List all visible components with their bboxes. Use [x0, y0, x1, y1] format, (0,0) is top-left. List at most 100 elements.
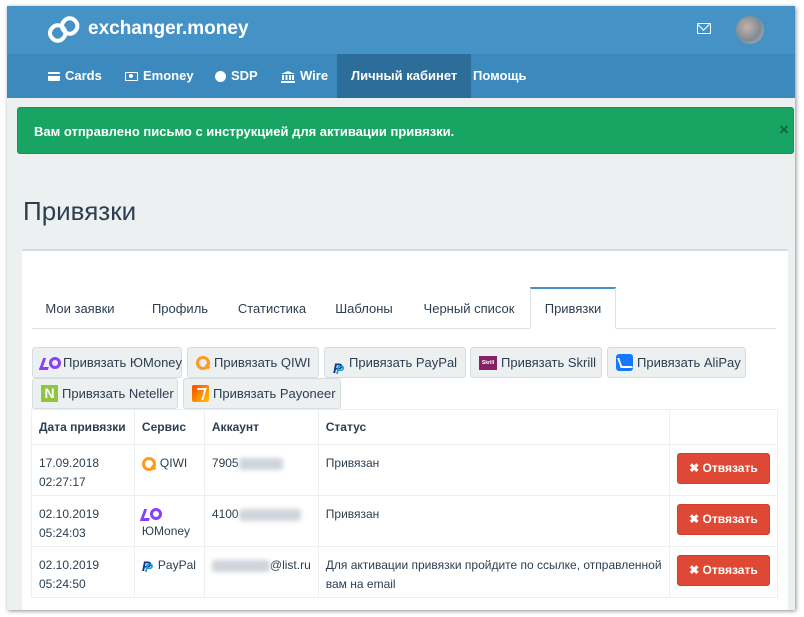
- link-skrill-label: Привязать Skrill: [501, 355, 597, 370]
- content-panel: Мои заявки Профиль Статистика Шаблоны Че…: [22, 249, 788, 610]
- nav-cards[interactable]: Cards: [40, 54, 110, 98]
- nav-wire[interactable]: Wire: [273, 54, 336, 98]
- link-yoomoney-label: Привязать ЮMoney: [63, 355, 183, 370]
- alipay-icon: [616, 354, 633, 372]
- account-cell: 4100: [203, 495, 319, 547]
- link-alipay-button[interactable]: Привязать AliPay: [607, 347, 746, 378]
- yoomoney-icon: [142, 508, 162, 520]
- nav-account[interactable]: Личный кабинет: [337, 54, 472, 98]
- table-row: 02.10.2019 05:24:50 PayPal @list.ru Для а…: [31, 546, 779, 598]
- status-cell: Привязан: [317, 444, 670, 496]
- service-name: QIWI: [159, 456, 188, 470]
- account-tabs: Мои заявки Профиль Статистика Шаблоны Че…: [32, 281, 776, 329]
- col-service-header: Сервис: [133, 409, 205, 445]
- card-icon: [48, 72, 60, 82]
- browser-frame: exchanger.money Cards Emoney SDP Wire Ли…: [7, 6, 795, 610]
- action-cell: ✖ Отвязать: [668, 495, 779, 547]
- account-prefix: 4100: [211, 507, 239, 521]
- nav-sdp-label: SDP: [231, 68, 258, 83]
- success-alert: Вам отправлено письмо с инструкцией для …: [17, 107, 794, 154]
- binding-date: 02.10.2019: [39, 558, 100, 572]
- neteller-icon: N: [41, 385, 58, 403]
- main-nav: Cards Emoney SDP Wire Личный кабинет Пом…: [7, 54, 795, 98]
- link-neteller-button[interactable]: N Привязать Neteller: [32, 378, 178, 409]
- service-cell: ЮMoney: [133, 495, 205, 547]
- account-cell: 7905: [203, 444, 319, 496]
- nav-emoney-label: Emoney: [143, 68, 194, 83]
- mail-icon[interactable]: [697, 23, 711, 34]
- table-row: 02.10.2019 05:24:03 ЮMoney 4100 Привязан …: [31, 495, 779, 547]
- tab-statistics[interactable]: Статистика: [224, 289, 320, 329]
- col-status-header: Статус: [317, 409, 670, 445]
- binding-time: 02:27:17: [39, 475, 86, 489]
- link-paypal-button[interactable]: Привязать PayPal: [324, 347, 466, 385]
- service-cell: PayPal: [133, 546, 205, 598]
- redacted-account: [238, 508, 301, 521]
- table-header-row: Дата привязки Сервис Аккаунт Статус: [31, 409, 779, 445]
- table-row: 17.09.2018 02:27:17 QIWI 7905 Привязан ✖ …: [31, 444, 779, 496]
- date-cell: 17.09.2018 02:27:17: [31, 444, 135, 496]
- status-cell: Привязан: [317, 495, 670, 547]
- link-skrill-button[interactable]: Skrill Привязать Skrill: [470, 347, 602, 378]
- qiwi-icon: [141, 457, 156, 471]
- link-qiwi-button[interactable]: Привязать QIWI: [187, 347, 319, 378]
- service-name: ЮMoney: [141, 524, 191, 538]
- tab-bindings[interactable]: Привязки: [530, 287, 616, 329]
- action-cell: ✖ Отвязать: [668, 444, 779, 496]
- link-neteller-label: Привязать Neteller: [62, 386, 174, 401]
- logo-icon[interactable]: [47, 16, 81, 44]
- nav-sdp[interactable]: SDP: [207, 54, 266, 98]
- col-action-header: [668, 409, 779, 445]
- paypal-icon: [142, 557, 154, 578]
- link-paypal-label: Привязать PayPal: [349, 355, 458, 370]
- bank-icon: [281, 70, 295, 83]
- link-alipay-label: Привязать AliPay: [637, 355, 741, 370]
- alert-message: Вам отправлено письмо с инструкцией для …: [34, 124, 455, 139]
- unlink-button[interactable]: ✖ Отвязать: [676, 504, 770, 535]
- unlink-button[interactable]: ✖ Отвязать: [676, 453, 770, 484]
- tab-templates[interactable]: Шаблоны: [320, 289, 408, 329]
- status-cell: Для активации привязки пройдите по ссылк…: [317, 546, 670, 598]
- nav-help[interactable]: Помощь: [459, 54, 540, 98]
- qiwi-icon: [196, 355, 210, 370]
- unlink-button[interactable]: ✖ Отвязать: [676, 555, 770, 586]
- link-yoomoney-button[interactable]: Привязать ЮMoney: [32, 347, 182, 378]
- col-date-header: Дата привязки: [31, 409, 135, 445]
- bindings-table: Дата привязки Сервис Аккаунт Статус 17.0…: [31, 409, 779, 598]
- payoneer-icon: [192, 385, 209, 403]
- close-icon[interactable]: ×: [779, 120, 789, 140]
- service-cell: QIWI: [133, 444, 205, 496]
- binding-date: 02.10.2019: [39, 507, 100, 521]
- skrill-icon: Skrill: [479, 355, 497, 370]
- tab-blacklist[interactable]: Черный список: [408, 289, 530, 329]
- binding-time: 05:24:03: [39, 526, 86, 540]
- page-title: Привязки: [23, 196, 137, 226]
- account-prefix: 7905: [211, 456, 239, 470]
- top-header: exchanger.money: [7, 6, 795, 54]
- date-cell: 02.10.2019 05:24:03: [31, 495, 135, 547]
- link-qiwi-label: Привязать QIWI: [214, 355, 311, 370]
- date-cell: 02.10.2019 05:24:50: [31, 546, 135, 598]
- link-payoneer-label: Привязать Payoneer: [213, 386, 336, 401]
- redacted-account: [238, 457, 283, 470]
- tab-my-orders[interactable]: Мои заявки: [32, 289, 128, 329]
- link-payoneer-button[interactable]: Привязать Payoneer: [183, 378, 341, 409]
- account-cell: @list.ru: [203, 546, 319, 598]
- brand-name[interactable]: exchanger.money: [88, 18, 249, 40]
- binding-date: 17.09.2018: [39, 456, 100, 470]
- yoomoney-icon: [41, 356, 61, 369]
- col-account-header: Аккаунт: [203, 409, 319, 445]
- money-icon: [125, 72, 138, 82]
- service-name: PayPal: [157, 558, 196, 572]
- action-cell: ✖ Отвязать: [668, 546, 779, 598]
- nav-cards-label: Cards: [65, 68, 102, 83]
- avatar[interactable]: [736, 16, 764, 44]
- redacted-account: [211, 559, 270, 572]
- tab-profile[interactable]: Профиль: [136, 289, 224, 329]
- paypal-icon: [333, 354, 345, 385]
- nav-wire-label: Wire: [300, 68, 329, 83]
- nav-emoney[interactable]: Emoney: [117, 54, 202, 98]
- globe-icon: [215, 71, 226, 83]
- binding-time: 05:24:50: [39, 577, 86, 591]
- account-suffix: @list.ru: [269, 558, 311, 572]
